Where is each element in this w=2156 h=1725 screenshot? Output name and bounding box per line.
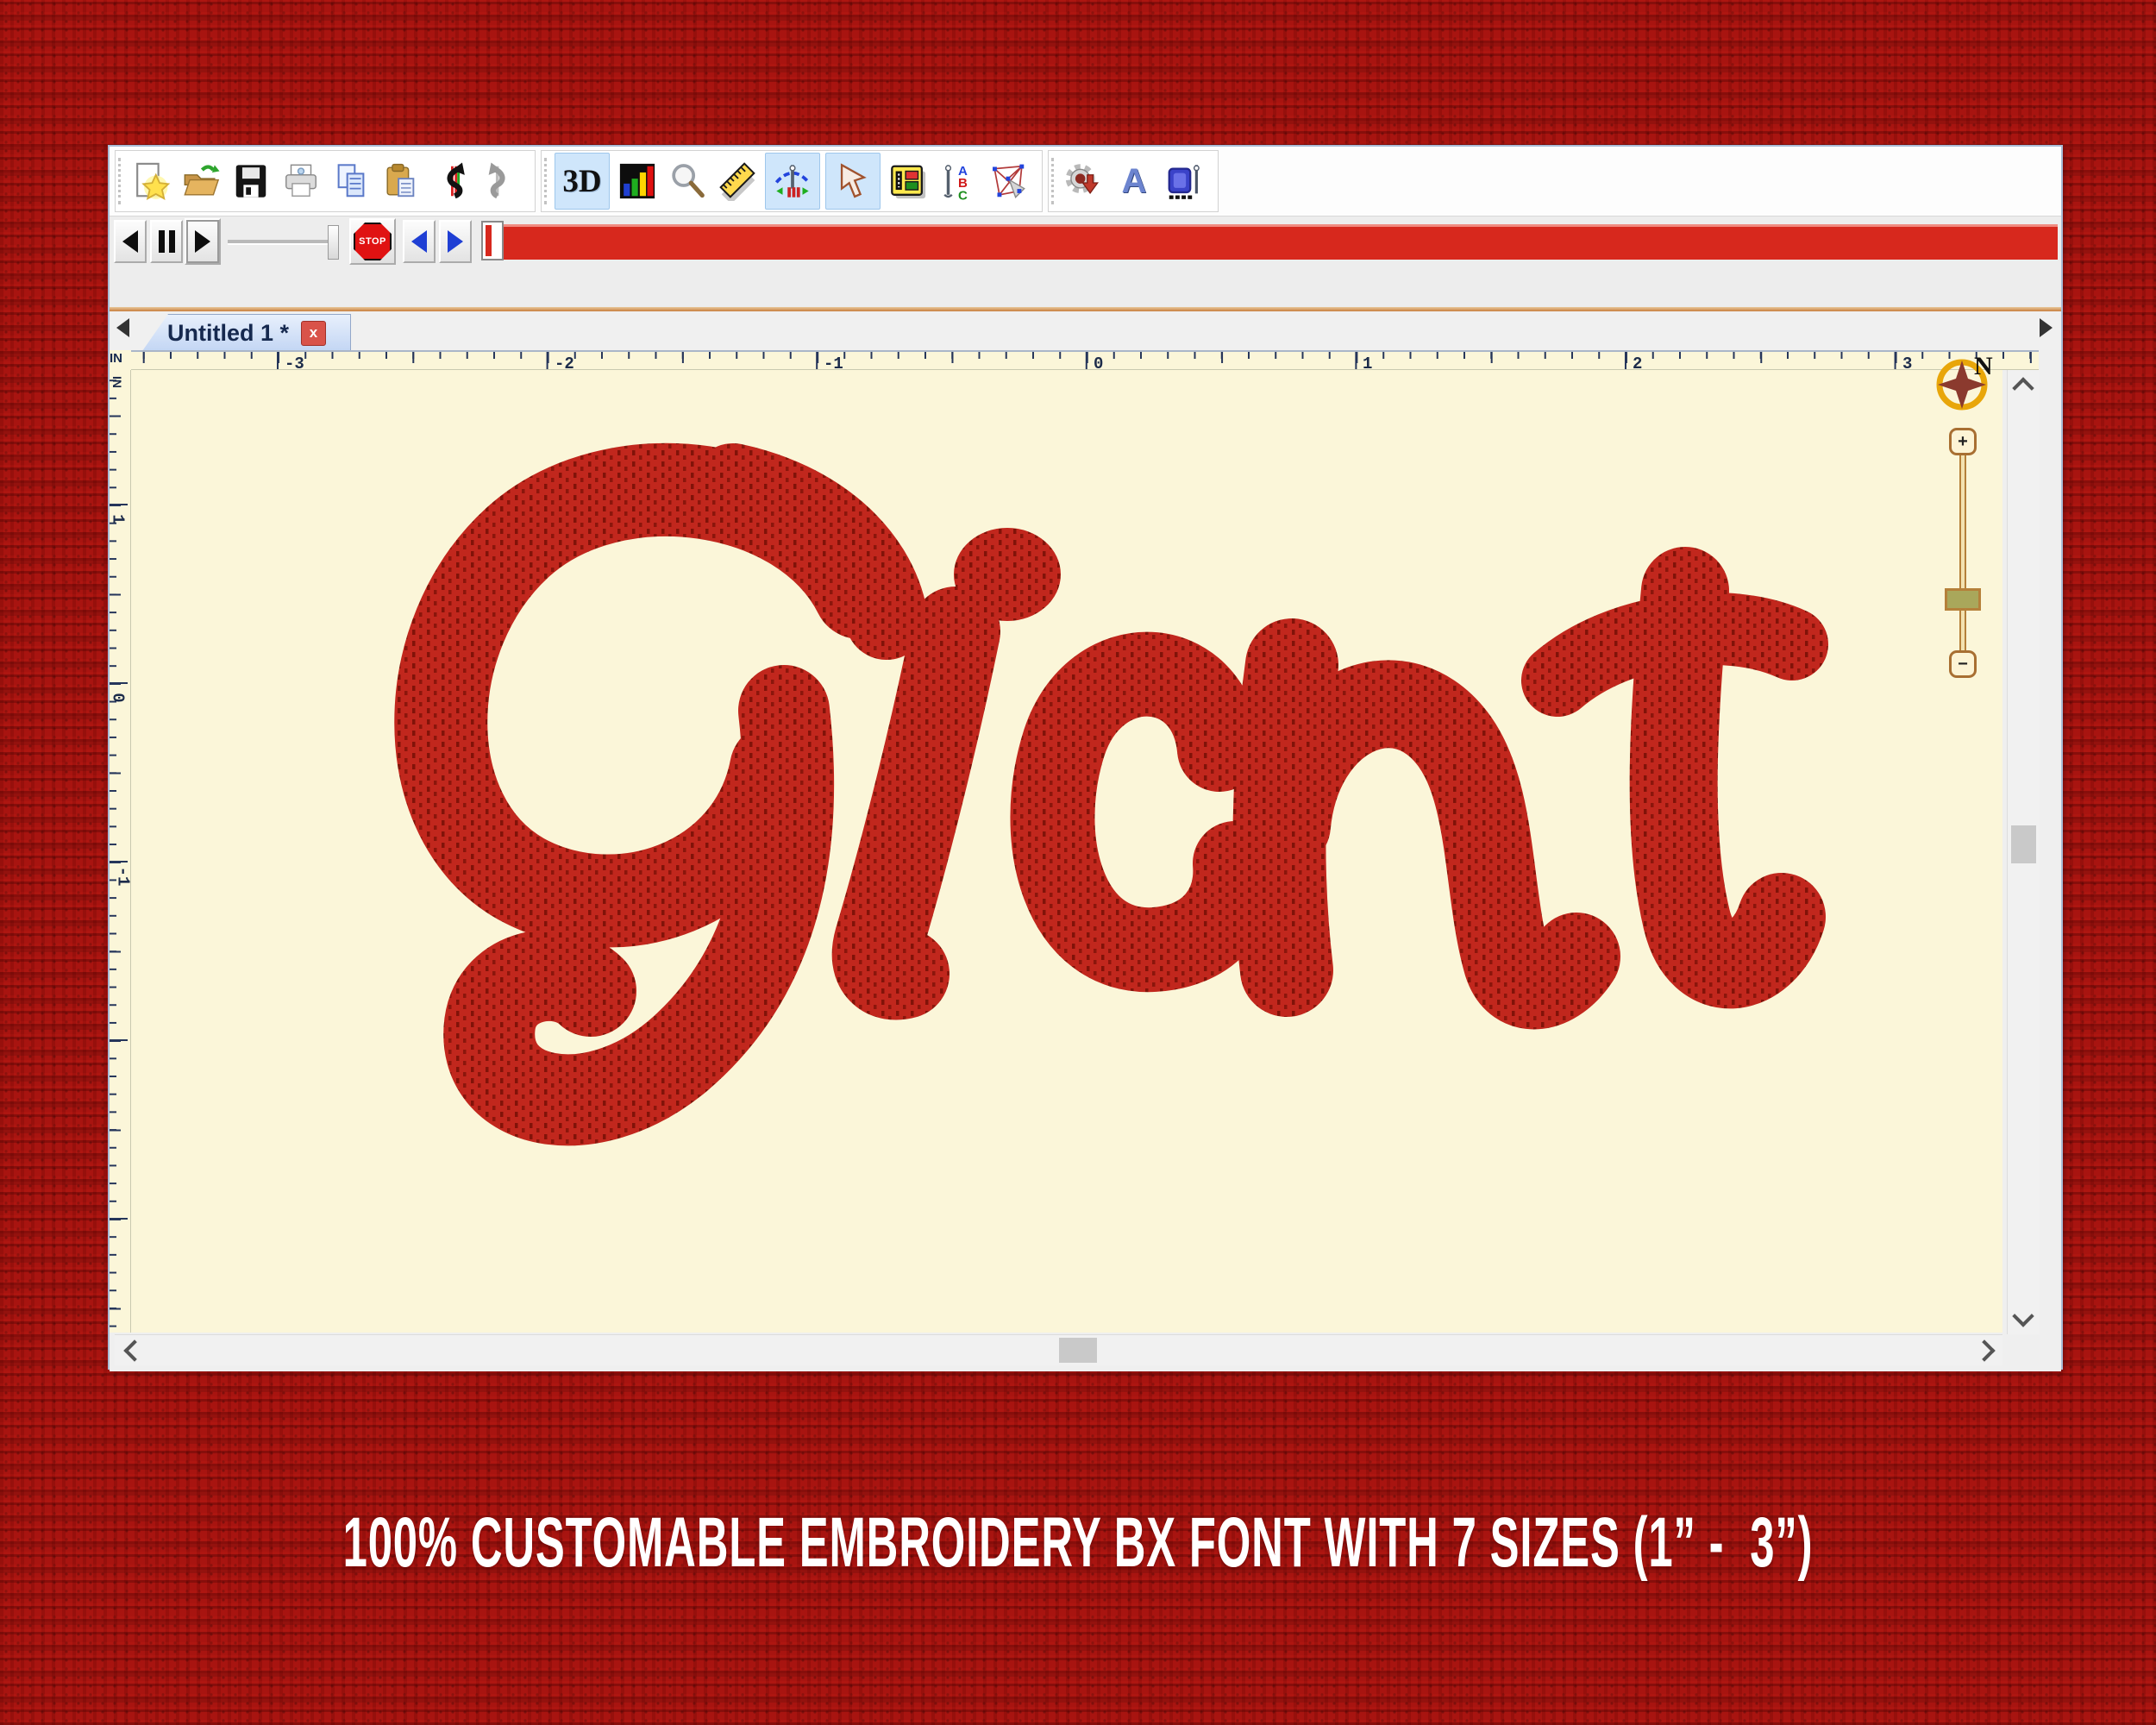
open-file-icon[interactable] xyxy=(179,157,223,205)
tab-label: Untitled 1 * xyxy=(167,320,289,347)
jump-start-button[interactable] xyxy=(403,220,436,263)
scroll-down-button[interactable] xyxy=(2008,1303,2040,1333)
document-tab-bar: Untitled 1 * x xyxy=(110,311,2061,352)
horizontal-scrollbar[interactable] xyxy=(115,1334,2002,1365)
toolbar-group-design: A xyxy=(1048,150,1219,212)
toolbar-spacer xyxy=(110,267,2061,307)
compass-north-label: N xyxy=(1974,352,1993,381)
stitch-box-icon[interactable] xyxy=(1162,157,1206,205)
toolbar-group-file xyxy=(115,150,536,212)
step-back-icon xyxy=(122,230,138,253)
horizontal-ruler: -3 -2 -1 0 1 2 3 xyxy=(131,350,2039,370)
undo-icon[interactable] xyxy=(429,157,473,205)
vertical-scrollbar[interactable] xyxy=(2007,370,2040,1334)
scroll-right-button[interactable] xyxy=(1971,1335,2001,1365)
new-document-icon[interactable] xyxy=(128,157,173,205)
zoom-slider-track[interactable] xyxy=(1959,445,1966,661)
print-icon[interactable] xyxy=(279,157,323,205)
stop-button[interactable]: STOP xyxy=(349,218,396,265)
jump-start-icon xyxy=(411,230,427,253)
zoom-slider-handle[interactable] xyxy=(1945,588,1981,611)
ruler-unit-label: IN xyxy=(110,351,122,366)
stitch-mesh-icon[interactable] xyxy=(986,157,1031,205)
letter-a-label: A xyxy=(1122,162,1147,201)
stop-label: STOP xyxy=(359,236,386,247)
density-settings-icon[interactable] xyxy=(1062,157,1106,205)
zoom-out-button[interactable]: − xyxy=(1949,650,1977,678)
scroll-down-icon xyxy=(2012,1305,2034,1327)
letter-i-stem xyxy=(877,631,956,975)
scroll-up-icon xyxy=(2012,377,2034,398)
design-canvas[interactable]: Gient xyxy=(131,370,2002,1333)
stitch-simulator-icon[interactable] xyxy=(765,153,820,210)
zoom-in-button[interactable]: + xyxy=(1949,428,1977,455)
scroll-right-icon xyxy=(1973,1339,1995,1361)
letter-i-dot xyxy=(954,528,1061,621)
marketing-caption: 100% CUSTOMABLE EMBROIDERY BX FONT WITH … xyxy=(194,1502,1962,1584)
embroidery-design-gient[interactable] xyxy=(131,370,2002,1333)
copy-icon[interactable] xyxy=(329,157,373,205)
v-ruler-label: 0 xyxy=(109,693,128,702)
step-back-button[interactable] xyxy=(114,220,147,263)
thread-chart-icon[interactable] xyxy=(615,157,660,205)
tab-untitled-1[interactable]: Untitled 1 * x xyxy=(142,314,351,351)
select-cursor-icon[interactable] xyxy=(825,153,881,210)
stitch-progress-start-marker xyxy=(481,221,504,260)
tab-close-button[interactable]: x xyxy=(301,321,326,346)
redo-icon[interactable] xyxy=(479,157,523,205)
lettering-abc-icon[interactable]: ABC xyxy=(936,157,981,205)
zoom-magnifier-icon[interactable] xyxy=(665,157,710,205)
pause-icon xyxy=(159,230,175,253)
stop-sign-icon: STOP xyxy=(354,223,392,260)
stitch-progress-bar[interactable] xyxy=(504,224,2058,260)
vertical-ruler: IN 1 0 -1 xyxy=(110,370,131,1333)
stitch-playback-bar: STOP xyxy=(110,216,2061,267)
jump-end-icon xyxy=(448,230,463,253)
abc-letter-c: C xyxy=(958,189,968,201)
speed-slider-track[interactable] xyxy=(228,240,331,245)
play-button[interactable] xyxy=(186,220,219,263)
3d-view-label: 3D xyxy=(562,163,601,200)
ruler-unit-corner: IN xyxy=(110,350,132,371)
tab-scroll-left-icon[interactable] xyxy=(116,318,129,337)
measure-ruler-icon[interactable] xyxy=(715,157,760,205)
scroll-left-button[interactable] xyxy=(116,1335,146,1365)
tab-scroll-right-icon[interactable] xyxy=(2040,318,2053,337)
vertical-scroll-thumb[interactable] xyxy=(2011,825,2036,863)
scroll-left-icon xyxy=(123,1339,145,1361)
app-window: 3D ABC xyxy=(108,145,2063,1370)
toolbar-group-view: 3D ABC xyxy=(541,150,1043,212)
design-properties-icon[interactable] xyxy=(886,157,931,205)
design-workspace: IN -3 -2 -1 0 1 2 3 IN 1 0 -1 Gient xyxy=(110,350,2061,1371)
save-icon[interactable] xyxy=(229,157,273,205)
letter-a-button[interactable]: A xyxy=(1112,157,1156,205)
v-ruler-unit-label: IN xyxy=(110,376,124,388)
v-ruler-label: -1 xyxy=(113,867,132,887)
zoom-slider: + − xyxy=(1947,428,1978,678)
letter-e xyxy=(1052,674,1235,950)
paste-icon[interactable] xyxy=(379,157,423,205)
horizontal-scroll-thumb[interactable] xyxy=(1059,1338,1097,1363)
speed-slider-handle[interactable] xyxy=(328,225,339,260)
3d-view-button[interactable]: 3D xyxy=(555,153,610,210)
main-toolbar: 3D ABC xyxy=(110,147,2061,216)
v-ruler-label: 1 xyxy=(109,514,128,524)
jump-end-button[interactable] xyxy=(439,220,472,263)
pause-button[interactable] xyxy=(150,220,183,263)
play-icon xyxy=(195,230,210,253)
scroll-up-button[interactable] xyxy=(2008,370,2040,399)
